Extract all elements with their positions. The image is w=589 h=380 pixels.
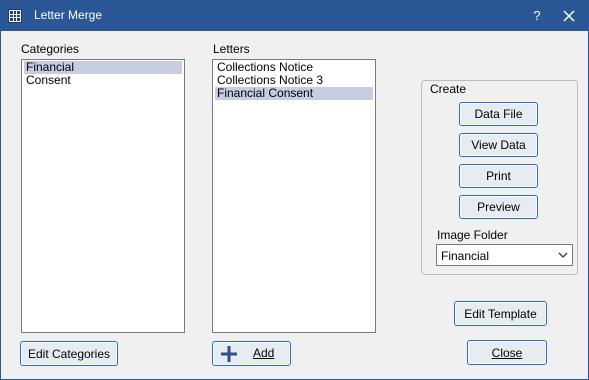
categories-list[interactable]: Financial Consent (21, 59, 185, 333)
window-title: Letter Merge (34, 8, 103, 22)
categories-label: Categories (21, 42, 80, 56)
close-icon (563, 10, 575, 22)
edit-template-button[interactable]: Edit Template (454, 301, 547, 326)
chevron-down-icon (558, 252, 568, 258)
close-button[interactable]: Close (467, 340, 547, 365)
category-item-consent[interactable]: Consent (24, 74, 182, 87)
data-file-button[interactable]: Data File (459, 102, 538, 126)
edit-categories-button[interactable]: Edit Categories (20, 341, 118, 366)
letter-item-financial-consent[interactable]: Financial Consent (215, 87, 373, 100)
image-folder-dropdown[interactable]: Financial (436, 244, 573, 266)
help-button[interactable]: ? (527, 5, 547, 27)
plus-icon (221, 346, 237, 362)
title-bar[interactable]: Letter Merge ? (1, 1, 588, 31)
preview-button[interactable]: Preview (459, 195, 538, 219)
print-button[interactable]: Print (459, 164, 538, 188)
letters-list[interactable]: Collections Notice Collections Notice 3 … (212, 59, 376, 333)
view-data-button[interactable]: View Data (459, 133, 538, 157)
app-grid-icon (8, 9, 22, 23)
create-group-label: Create (428, 82, 469, 96)
image-folder-label: Image Folder (437, 228, 508, 242)
image-folder-value: Financial (441, 249, 490, 263)
letter-merge-window: Letter Merge ? Categories Financial Cons… (0, 0, 589, 380)
add-letter-button[interactable]: Add (212, 341, 291, 366)
letters-label: Letters (213, 42, 250, 56)
close-window-button[interactable] (557, 5, 581, 27)
